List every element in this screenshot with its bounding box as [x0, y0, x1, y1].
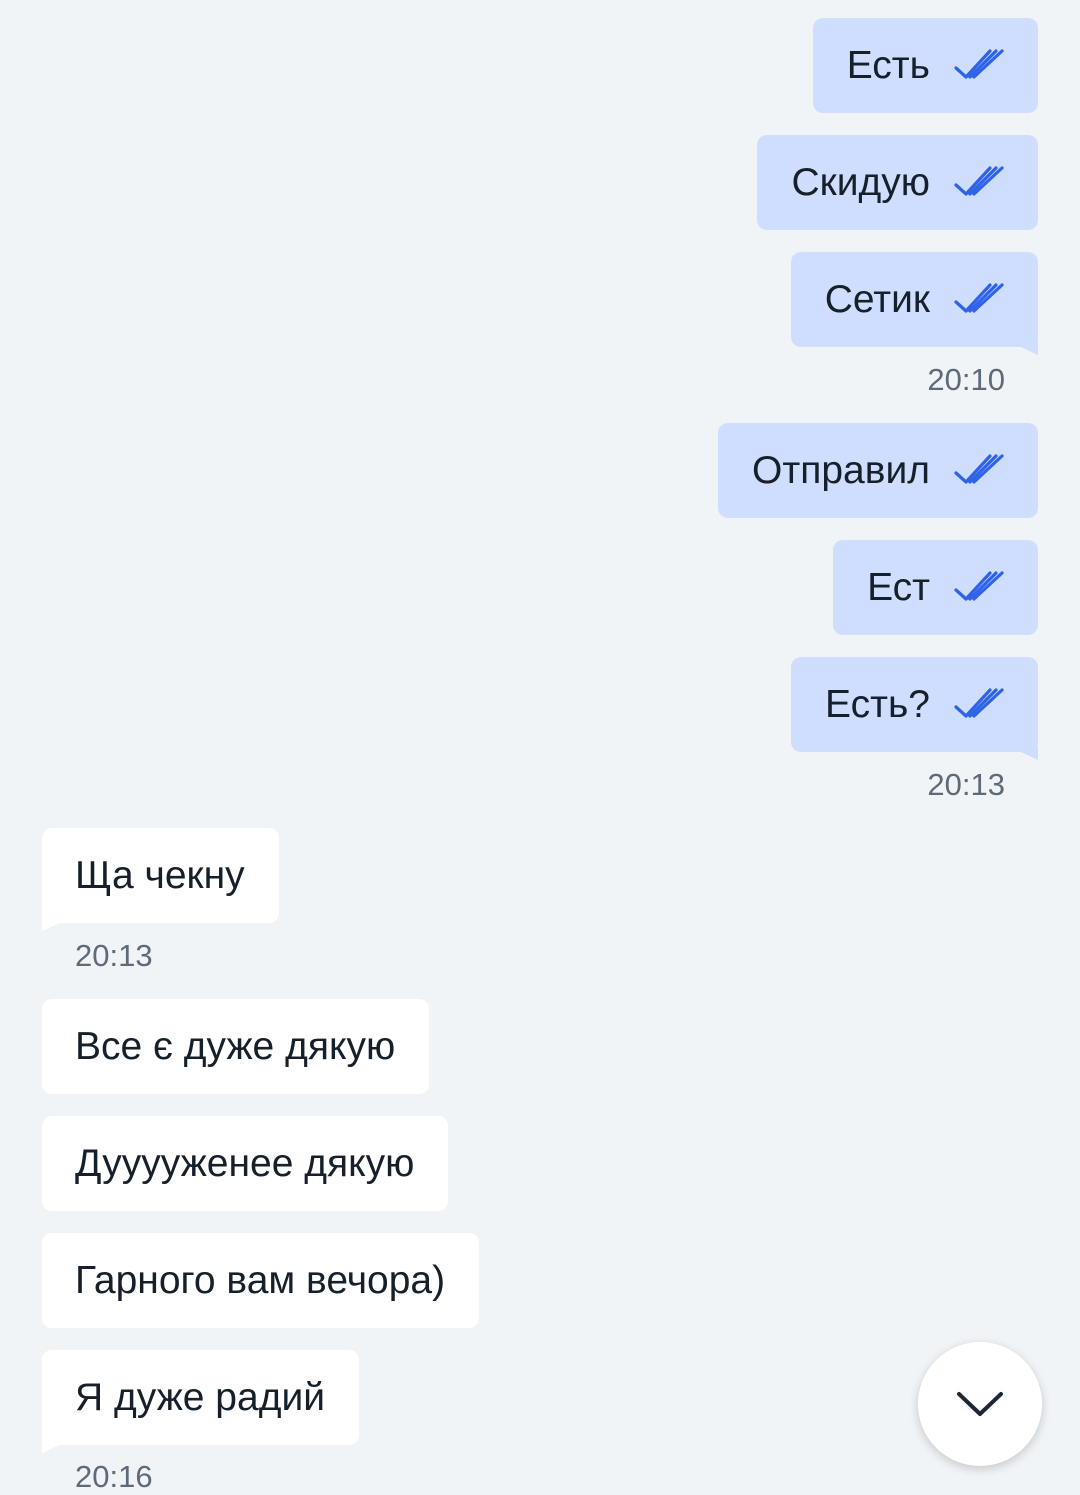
double-check-icon: [954, 165, 1004, 196]
bubble-tail: [1008, 746, 1038, 760]
chat-message-list[interactable]: Есть Скидую Сетик 20:10 Отправил Ест Ест…: [0, 0, 1080, 1494]
bubble-tail: [42, 917, 72, 931]
scroll-to-bottom-button[interactable]: [918, 1342, 1042, 1466]
outgoing-message[interactable]: Сетик: [790, 252, 1038, 355]
message-text: Гарного вам вечора): [75, 1258, 446, 1302]
message-text: Есть?: [825, 682, 930, 726]
message-text: Все є дуже дякую: [75, 1024, 396, 1068]
message-timestamp: 20:13: [75, 938, 153, 973]
message-text: Есть: [846, 43, 930, 87]
outgoing-message[interactable]: Скидую: [757, 135, 1038, 230]
message-text: Ща чекну: [75, 853, 245, 897]
incoming-message[interactable]: Ща чекну: [42, 828, 279, 931]
incoming-message[interactable]: Гарного вам вечора): [42, 1233, 480, 1328]
double-check-icon: [954, 687, 1004, 718]
double-check-icon: [954, 570, 1004, 601]
message-text: Я дуже радий: [75, 1375, 326, 1419]
double-check-icon: [954, 282, 1004, 313]
message-text: Отправил: [752, 448, 930, 492]
message-text: Сетик: [824, 277, 930, 321]
bubble-tail: [1008, 341, 1038, 355]
chevron-down-icon: [957, 1392, 1003, 1416]
message-timestamp: 20:10: [927, 362, 1005, 397]
outgoing-message[interactable]: Отправил: [718, 423, 1038, 518]
bubble-tail: [42, 1439, 72, 1453]
outgoing-message[interactable]: Есть?: [791, 657, 1038, 760]
incoming-message[interactable]: Я дуже радий: [42, 1350, 360, 1453]
incoming-message[interactable]: Все є дуже дякую: [42, 999, 430, 1094]
double-check-icon: [954, 453, 1004, 484]
message-text: Дууууженее дякую: [75, 1141, 415, 1185]
double-check-icon: [954, 48, 1004, 79]
message-timestamp: 20:16: [75, 1459, 153, 1494]
message-text: Ест: [867, 565, 930, 609]
outgoing-message[interactable]: Есть: [812, 18, 1038, 113]
message-timestamp: 20:13: [927, 767, 1005, 802]
incoming-message[interactable]: Дууууженее дякую: [42, 1116, 449, 1211]
message-text: Скидую: [791, 160, 930, 204]
outgoing-message[interactable]: Ест: [833, 540, 1038, 635]
